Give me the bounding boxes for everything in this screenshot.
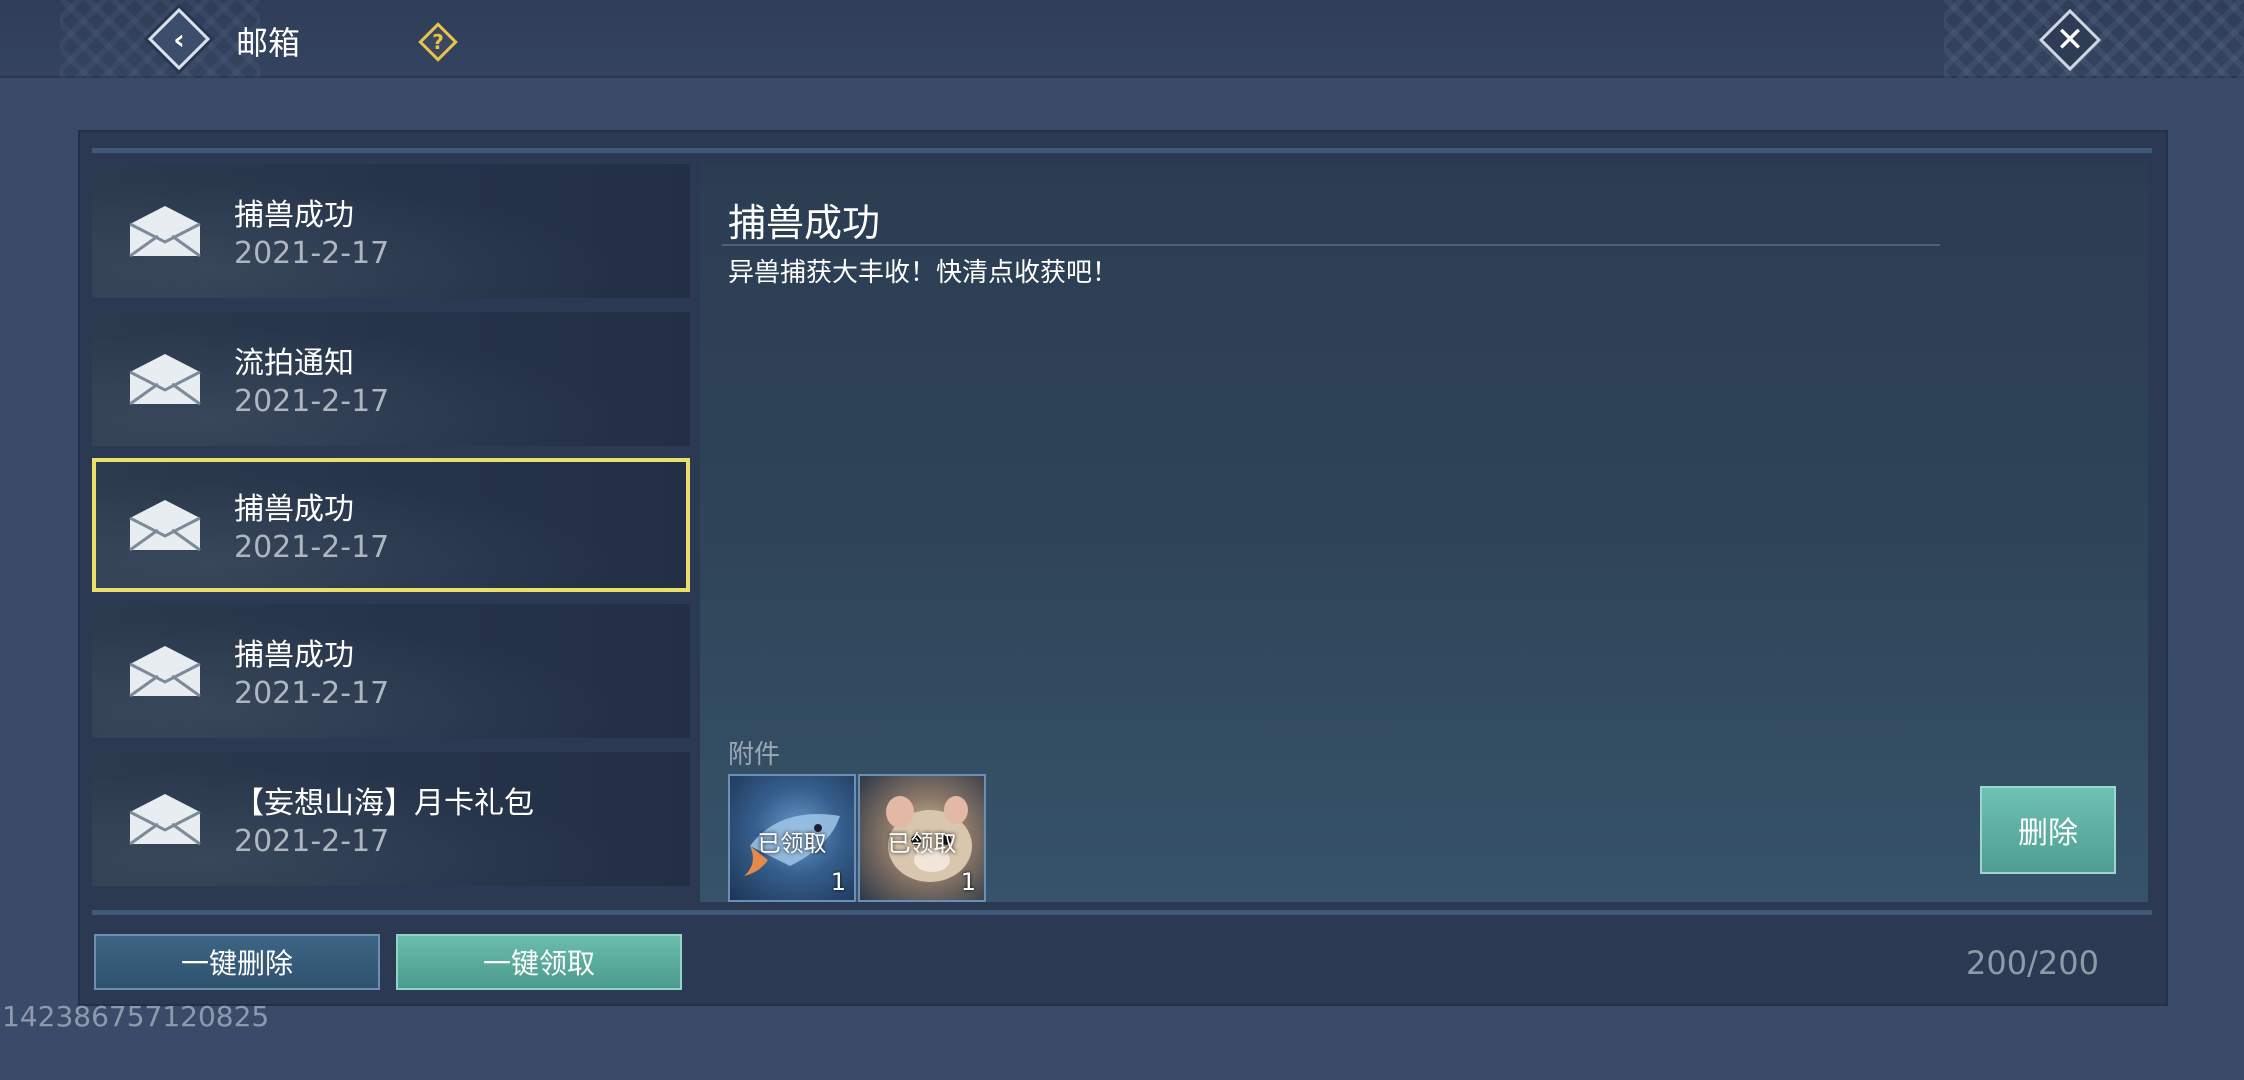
back-arrow-icon: ‹ — [173, 22, 185, 56]
envelope-icon — [129, 794, 201, 846]
mail-detail-title: 捕兽成功 — [728, 201, 881, 245]
help-button[interactable]: ? — [418, 22, 458, 62]
mail-list-item[interactable]: 捕兽成功 2021-2-17 — [92, 164, 690, 298]
envelope-icon — [129, 646, 201, 698]
envelope-icon — [129, 354, 201, 406]
mail-detail-body: 异兽捕获大丰收！快清点收获吧！ — [728, 258, 1119, 288]
page-title: 邮箱 — [236, 24, 301, 62]
attachments-label: 附件 — [728, 740, 781, 770]
mail-count: 200/200 — [1966, 944, 2099, 982]
mail-date: 2021-2-17 — [234, 824, 390, 859]
close-button[interactable]: ✕ — [2038, 8, 2102, 72]
divider — [92, 148, 2152, 153]
envelope-icon — [129, 500, 201, 552]
divider — [92, 910, 2152, 915]
envelope-icon — [129, 206, 201, 258]
top-bar — [0, 0, 2244, 78]
claimed-status: 已领取 — [887, 831, 957, 857]
back-button[interactable]: ‹ — [147, 7, 211, 71]
mail-date: 2021-2-17 — [234, 530, 390, 565]
mail-detail: 捕兽成功 异兽捕获大丰收！快清点收获吧！ 附件 已领取 1 已领取 1 删除 — [700, 164, 2148, 902]
close-icon: ✕ — [2055, 20, 2085, 60]
mail-list-item-selected[interactable]: 捕兽成功 2021-2-17 — [92, 458, 690, 592]
mail-list-item[interactable]: 流拍通知 2021-2-17 — [92, 312, 690, 446]
mail-list-item[interactable]: 捕兽成功 2021-2-17 — [92, 604, 690, 738]
mail-date: 2021-2-17 — [234, 384, 390, 419]
help-icon: ? — [432, 30, 444, 54]
divider — [722, 244, 1940, 246]
mail-list-item[interactable]: 【妄想山海】月卡礼包 2021-2-17 — [92, 752, 690, 886]
mail-title: 【妄想山海】月卡礼包 — [234, 786, 534, 821]
bulk-delete-button[interactable]: 一键删除 — [94, 934, 380, 990]
item-count: 1 — [830, 868, 846, 896]
mail-title: 捕兽成功 — [234, 638, 354, 673]
mail-title: 流拍通知 — [234, 346, 354, 381]
attachment-slot[interactable]: 已领取 1 — [728, 774, 856, 902]
player-id: 142386757120825 — [2, 1000, 270, 1033]
attachment-slot[interactable]: 已领取 1 — [858, 774, 986, 902]
mail-title: 捕兽成功 — [234, 198, 354, 233]
delete-button[interactable]: 删除 — [1980, 786, 2116, 874]
item-count: 1 — [960, 868, 976, 896]
claimed-status: 已领取 — [757, 831, 827, 857]
mail-list[interactable]: 捕兽成功 2021-2-17 流拍通知 2021-2-17 捕兽成功 2021-… — [92, 164, 692, 902]
mail-title: 捕兽成功 — [234, 492, 354, 527]
bulk-claim-button[interactable]: 一键领取 — [396, 934, 682, 990]
mail-date: 2021-2-17 — [234, 236, 390, 271]
mail-date: 2021-2-17 — [234, 676, 390, 711]
